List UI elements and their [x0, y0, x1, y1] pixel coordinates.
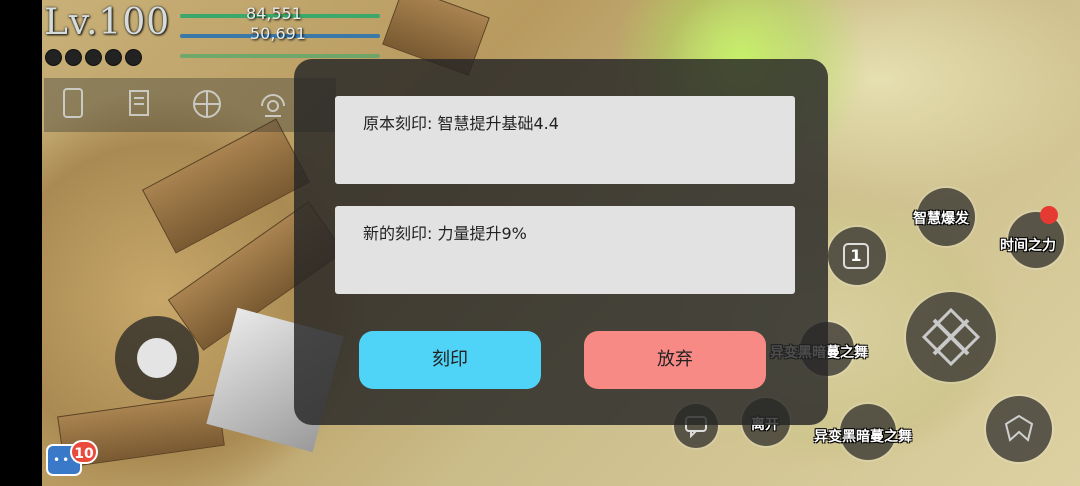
screen-edge [0, 0, 42, 486]
inscription-dialog: 原本刻印: 智慧提升基础4.4 新的刻印: 力量提升9% 刻印 放弃 [294, 59, 828, 425]
new-inscription-card: 新的刻印: 力量提升9% [335, 206, 795, 294]
skill-wisdom-burst-label: 智慧爆发 [913, 211, 969, 227]
charge-pip [86, 50, 101, 65]
original-inscription-card: 原本刻印: 智慧提升基础4.4 [335, 96, 795, 184]
wing-icon [996, 406, 1042, 452]
slot-number: 1 [843, 243, 869, 269]
movement-joystick[interactable] [115, 316, 199, 400]
abandon-button[interactable]: 放弃 [584, 331, 766, 389]
charge-pip [106, 50, 121, 65]
skill-mutation-dance-2-label: 异变黑暗蔓之舞 [814, 429, 912, 445]
mp-value: 50,691 [250, 24, 306, 43]
charge-pip [46, 50, 61, 65]
joystick-thumb[interactable] [137, 338, 177, 378]
sword-emblem-icon [916, 302, 986, 372]
inscribe-button[interactable]: 刻印 [359, 331, 541, 389]
new-inscription-text: 新的刻印: 力量提升9% [363, 224, 527, 243]
alert-dot [1040, 206, 1058, 224]
original-inscription-text: 原本刻印: 智慧提升基础4.4 [363, 114, 559, 133]
exp-bar [180, 54, 380, 58]
headset-icon[interactable] [256, 88, 290, 122]
hp-value: 84,551 [246, 4, 302, 23]
charge-pips [46, 50, 141, 65]
phone-icon[interactable] [56, 88, 90, 122]
skill-time-power-label: 时间之力 [1000, 238, 1056, 254]
unread-badge: 10 [70, 440, 98, 464]
crosshair-icon[interactable] [190, 88, 224, 122]
charge-pip [126, 50, 141, 65]
scroll-icon[interactable] [122, 88, 156, 122]
player-level: Lv.100 [44, 2, 171, 43]
charge-pip [66, 50, 81, 65]
game-scene: Lv.100 84,551 50,691 ••• 10 智慧爆发 时间之力 1 [0, 0, 1080, 486]
